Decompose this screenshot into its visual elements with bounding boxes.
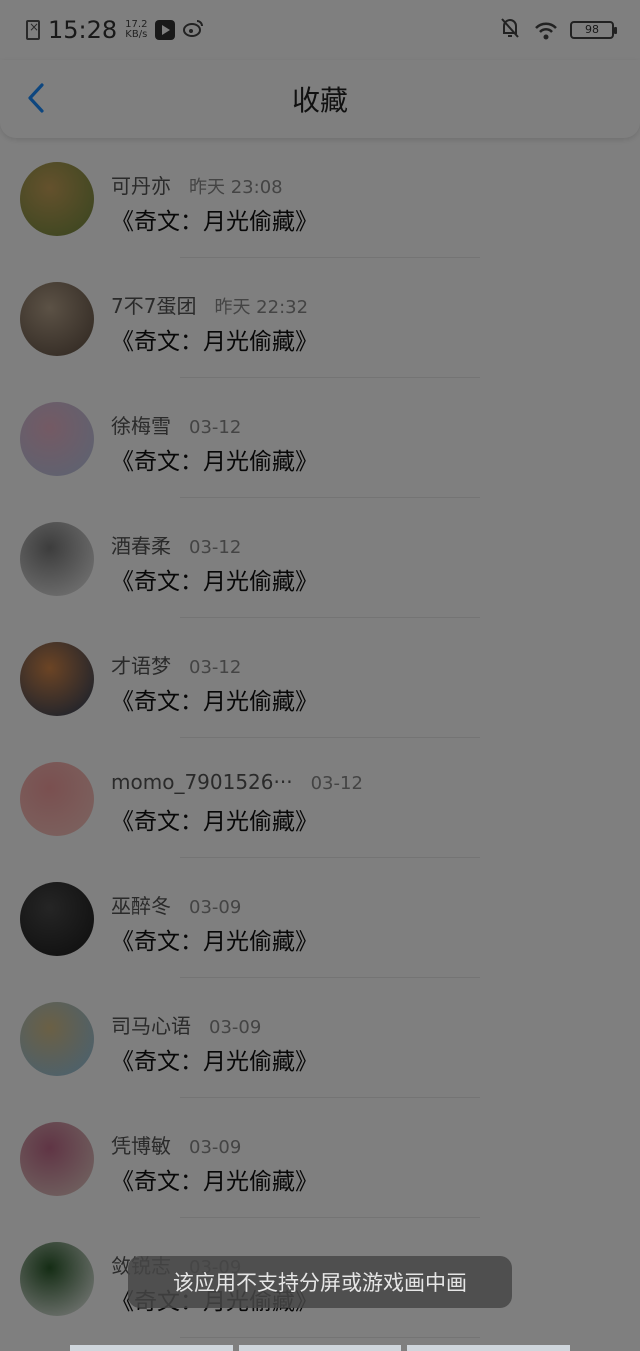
item-time: 昨天 22:32 bbox=[214, 297, 309, 318]
user-name[interactable]: 徐梅雪 bbox=[111, 410, 171, 439]
status-left: 15:28 17.2 KB/s bbox=[26, 16, 204, 44]
user-name[interactable]: 巫醉冬 bbox=[111, 890, 171, 919]
wifi-icon bbox=[534, 22, 557, 40]
battery-indicator: 98 bbox=[570, 21, 617, 39]
list-item[interactable]: 凭博敏 03-09 《奇文：月光偷藏》 bbox=[0, 1098, 640, 1218]
list-item[interactable]: 徐梅雪 03-12 《奇文：月光偷藏》 bbox=[0, 378, 640, 498]
item-title[interactable]: 《奇文：月光偷藏》 bbox=[111, 442, 318, 476]
item-meta: 巫醉冬 03-09 bbox=[111, 890, 241, 919]
item-title[interactable]: 《奇文：月光偷藏》 bbox=[111, 1162, 318, 1196]
back-button[interactable] bbox=[14, 76, 58, 120]
list-item[interactable]: 巫醉冬 03-09 《奇文：月光偷藏》 bbox=[0, 858, 640, 978]
item-time: 昨天 23:08 bbox=[189, 177, 283, 198]
item-meta: 才语梦 03-12 bbox=[111, 650, 241, 679]
item-title[interactable]: 《奇文：月光偷藏》 bbox=[111, 682, 318, 716]
item-time: 03-12 bbox=[189, 657, 242, 678]
list-item[interactable]: 才语梦 03-12 《奇文：月光偷藏》 bbox=[0, 618, 640, 738]
user-name[interactable]: 可丹亦 bbox=[111, 170, 171, 199]
list-item[interactable]: 酒春柔 03-12 《奇文：月光偷藏》 bbox=[0, 498, 640, 618]
item-time: 03-12 bbox=[310, 773, 363, 794]
avatar[interactable] bbox=[20, 882, 94, 956]
list-item[interactable]: momo_7901526··· 03-12 《奇文：月光偷藏》 bbox=[0, 738, 640, 858]
avatar[interactable] bbox=[20, 402, 94, 476]
user-name[interactable]: 才语梦 bbox=[111, 650, 171, 679]
avatar[interactable] bbox=[20, 1122, 94, 1196]
favorites-list: 可丹亦 昨天 23:08 《奇文：月光偷藏》 7不7蛋团 昨天 22:32 《奇… bbox=[0, 138, 640, 1338]
item-title[interactable]: 《奇文：月光偷藏》 bbox=[111, 922, 318, 956]
bottom-strip-segment bbox=[407, 1345, 571, 1351]
bell-off-icon bbox=[500, 17, 520, 44]
avatar[interactable] bbox=[20, 1002, 94, 1076]
item-time: 03-09 bbox=[189, 1137, 242, 1158]
chevron-left-icon bbox=[28, 83, 44, 113]
item-meta: 酒春柔 03-12 bbox=[111, 530, 241, 559]
user-name[interactable]: 司马心语 bbox=[111, 1010, 191, 1039]
bottom-strip-segment bbox=[70, 1345, 233, 1351]
bottom-strip-segment bbox=[238, 1345, 402, 1351]
user-name[interactable]: 凭博敏 bbox=[111, 1130, 171, 1159]
toast-message: 该应用不支持分屏或游戏画中画 bbox=[128, 1256, 512, 1308]
item-meta: 凭博敏 03-09 bbox=[111, 1130, 241, 1159]
list-item[interactable]: 司马心语 03-09 《奇文：月光偷藏》 bbox=[0, 978, 640, 1098]
item-title[interactable]: 《奇文：月光偷藏》 bbox=[111, 1042, 318, 1076]
item-time: 03-09 bbox=[189, 897, 242, 918]
no-sim-icon bbox=[26, 20, 40, 40]
user-name[interactable]: momo_7901526··· bbox=[111, 770, 293, 794]
item-title[interactable]: 《奇文：月光偷藏》 bbox=[111, 202, 318, 236]
net-speed-unit: KB/s bbox=[125, 29, 148, 40]
item-meta: 徐梅雪 03-12 bbox=[111, 410, 241, 439]
list-item[interactable]: 7不7蛋团 昨天 22:32 《奇文：月光偷藏》 bbox=[0, 258, 640, 378]
avatar[interactable] bbox=[20, 522, 94, 596]
divider bbox=[180, 1337, 480, 1338]
avatar[interactable] bbox=[20, 762, 94, 836]
clock: 15:28 bbox=[48, 16, 118, 44]
weibo-icon bbox=[183, 19, 204, 42]
avatar[interactable] bbox=[20, 642, 94, 716]
item-time: 03-12 bbox=[189, 417, 242, 438]
item-meta: 司马心语 03-09 bbox=[111, 1010, 261, 1039]
avatar[interactable] bbox=[20, 282, 94, 356]
item-title[interactable]: 《奇文：月光偷藏》 bbox=[111, 802, 318, 836]
avatar[interactable] bbox=[20, 1242, 94, 1316]
avatar[interactable] bbox=[20, 162, 94, 236]
item-time: 03-09 bbox=[209, 1017, 262, 1038]
nav-bar: 收藏 bbox=[0, 60, 640, 138]
item-title[interactable]: 《奇文：月光偷藏》 bbox=[111, 322, 318, 356]
item-meta: 可丹亦 昨天 23:08 bbox=[111, 170, 283, 199]
net-speed: 17.2 KB/s bbox=[125, 20, 147, 40]
user-name[interactable]: 酒春柔 bbox=[111, 530, 171, 559]
page-title: 收藏 bbox=[291, 84, 348, 117]
bottom-strip bbox=[70, 1345, 571, 1351]
list-item[interactable]: 可丹亦 昨天 23:08 《奇文：月光偷藏》 bbox=[0, 138, 640, 258]
status-bar: 15:28 17.2 KB/s 98 bbox=[0, 0, 640, 60]
video-app-icon bbox=[155, 20, 176, 40]
status-right: 98 bbox=[500, 17, 617, 44]
item-title[interactable]: 《奇文：月光偷藏》 bbox=[111, 562, 318, 596]
user-name[interactable]: 7不7蛋团 bbox=[111, 290, 196, 319]
favorites-screen: 15:28 17.2 KB/s 98 收藏 bbox=[0, 0, 640, 1351]
item-meta: 7不7蛋团 昨天 22:32 bbox=[111, 290, 308, 319]
item-meta: momo_7901526··· 03-12 bbox=[111, 770, 363, 794]
item-time: 03-12 bbox=[189, 537, 242, 558]
